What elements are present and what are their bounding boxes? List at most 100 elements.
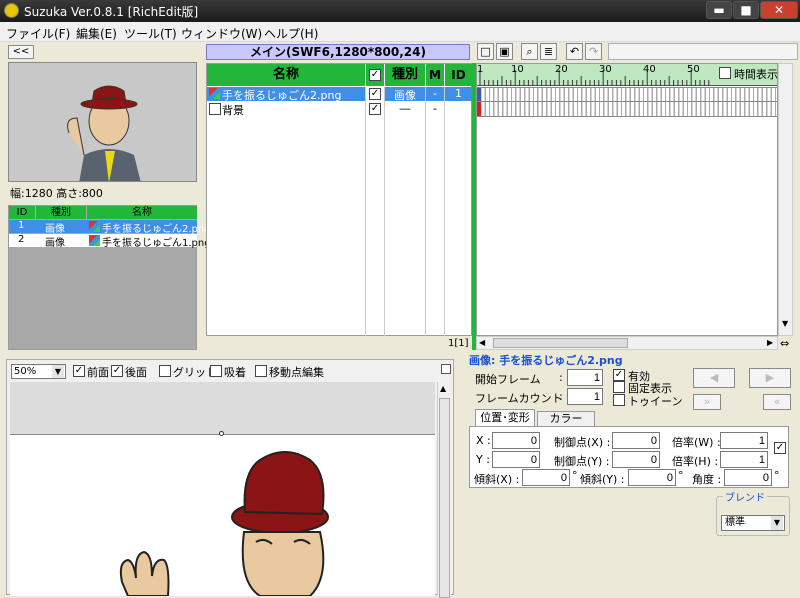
scroll-right-icon[interactable]: ▶ <box>767 338 773 347</box>
chevron-down-icon[interactable]: ▼ <box>52 365 64 378</box>
tab-transform[interactable]: 位置･変形 <box>475 409 535 426</box>
scroll-down-icon[interactable]: ▼ <box>782 319 788 328</box>
enabled-checkbox[interactable]: ✓ <box>613 369 625 381</box>
menu-help[interactable]: ヘルプ(H) <box>264 25 318 42</box>
image-file-icon <box>209 88 220 99</box>
chevron-down-icon[interactable]: ▼ <box>771 516 783 530</box>
close-button[interactable]: ✕ <box>760 1 798 19</box>
ruler-label: 10 <box>511 64 524 75</box>
scale-h-label: 倍率(H) : <box>672 455 719 468</box>
library-row[interactable]: 2 画像 手を振るじゅごん1.png <box>9 234 211 249</box>
angle-input[interactable] <box>724 469 772 486</box>
collapse-button[interactable]: << <box>8 45 34 59</box>
object-header-m[interactable]: M <box>426 64 444 86</box>
timeline-vscroll[interactable]: ▼ <box>778 63 793 336</box>
x-input[interactable] <box>492 432 540 449</box>
blend-group: ブレンド 標準 ▼ <box>716 489 790 536</box>
next-frame-button[interactable]: ▶ <box>749 368 791 388</box>
page-indicator: 1[1] <box>448 338 469 349</box>
object-select-checkbox[interactable] <box>209 103 221 115</box>
degree-symbol: ° <box>774 469 780 482</box>
timeline: 1 10 20 30 40 50 時間表示 <box>476 63 778 336</box>
object-header-name[interactable]: 名称 <box>207 64 365 86</box>
scroll-thumb[interactable] <box>439 398 450 598</box>
maximize-button[interactable]: ■ <box>733 1 759 19</box>
back-checkbox[interactable]: ✓ <box>111 365 123 377</box>
grid-checkbox[interactable] <box>159 365 171 377</box>
rewind-button[interactable]: « <box>763 394 791 410</box>
front-label: 前面 <box>87 366 109 379</box>
object-type: ― <box>399 102 411 115</box>
object-header-visible[interactable]: ✓ <box>366 64 384 86</box>
library-header-type[interactable]: 種別 <box>36 206 86 219</box>
object-type: 画像 <box>385 87 425 102</box>
forward-button[interactable]: » <box>693 394 721 410</box>
lock-aspect-checkbox[interactable]: ✓ <box>774 442 786 454</box>
undo-icon[interactable]: ↶ <box>566 43 583 60</box>
column-divider <box>425 87 426 336</box>
stage-canvas[interactable] <box>10 382 435 596</box>
object-list: 名称 ✓ 種別 M ID 手を振るじゅごん2.png ✓ 画像 - 1 背景 ✓… <box>206 63 472 336</box>
toolbar-field[interactable] <box>608 43 798 60</box>
scroll-up-icon[interactable]: ▲ <box>440 384 446 393</box>
menu-edit[interactable]: 編集(E) <box>76 25 117 42</box>
time-display-checkbox[interactable] <box>719 67 731 79</box>
skew-x-input[interactable] <box>522 469 570 486</box>
keyframe-marker[interactable] <box>477 102 481 116</box>
scroll-left-icon[interactable]: ◀ <box>479 338 485 347</box>
edit-points-checkbox[interactable] <box>255 365 267 377</box>
frame-count-input[interactable] <box>567 388 603 405</box>
angle-label: 角度 : <box>692 473 722 486</box>
menu-file[interactable]: ファイル(F) <box>6 25 70 42</box>
library-header-name[interactable]: 名称 <box>87 206 197 219</box>
control-y-label: 制御点(Y) : <box>554 455 610 468</box>
stage-vscroll[interactable]: ▲ <box>437 382 451 598</box>
tab-color[interactable]: カラー <box>537 411 595 426</box>
properties-icon[interactable]: ≣ <box>540 43 557 60</box>
object-row[interactable]: 手を振るじゅごん2.png <box>207 87 365 102</box>
library-row[interactable]: 1 画像 手を振るじゅごん2.png <box>9 220 211 235</box>
transform-tab-panel: X : Y : 制御点(X) : 制御点(Y) : 倍率(W) : 倍率(H) … <box>469 426 789 488</box>
start-frame-input[interactable] <box>567 369 603 386</box>
control-y-input[interactable] <box>612 451 660 468</box>
timeline-hscroll[interactable]: ◀ ▶ <box>476 336 778 350</box>
library-header-id[interactable]: ID <box>9 206 35 219</box>
redo-icon[interactable]: ↷ <box>585 43 602 60</box>
control-x-label: 制御点(X) : <box>554 436 611 449</box>
object-visible-checkbox[interactable]: ✓ <box>369 103 381 115</box>
menu-tools[interactable]: ツール(T) <box>124 25 177 42</box>
prev-frame-button[interactable]: ◀ <box>693 368 735 388</box>
snap-checkbox[interactable] <box>210 365 222 377</box>
visible-all-checkbox[interactable]: ✓ <box>369 69 381 81</box>
minimize-button[interactable]: ▬ <box>706 1 732 19</box>
object-row[interactable]: 背景 <box>207 102 365 117</box>
skew-y-input[interactable] <box>628 469 676 486</box>
character-stage-image <box>119 451 329 596</box>
menu-window[interactable]: ウィンドウ(W) <box>181 25 262 42</box>
new-file-icon[interactable]: □ <box>477 43 494 60</box>
scroll-thumb[interactable] <box>493 338 628 348</box>
timeline-ruler[interactable]: 1 10 20 30 40 50 時間表示 <box>477 64 778 86</box>
object-visible-checkbox[interactable]: ✓ <box>369 88 381 100</box>
control-x-input[interactable] <box>612 432 660 449</box>
zoom-select[interactable]: 50% ▼ <box>11 364 66 379</box>
y-input[interactable] <box>492 451 540 468</box>
blend-select[interactable]: 標準 ▼ <box>721 515 785 531</box>
timeline-frames[interactable] <box>477 87 777 117</box>
resize-icon[interactable]: ⇔ <box>780 337 789 350</box>
scale-w-input[interactable] <box>720 432 768 449</box>
fixed-display-checkbox[interactable] <box>613 381 625 393</box>
scale-h-input[interactable] <box>720 451 768 468</box>
x-label: X : <box>476 434 491 447</box>
save-icon[interactable]: ▣ <box>496 43 513 60</box>
app-icon <box>4 3 19 18</box>
front-checkbox[interactable]: ✓ <box>73 365 85 377</box>
search-icon[interactable]: ⌕ <box>521 43 538 60</box>
tween-checkbox[interactable] <box>613 394 625 406</box>
maximize-stage-icon[interactable] <box>441 364 451 374</box>
skew-x-label: 傾斜(X) : <box>474 473 520 486</box>
keyframe-marker[interactable] <box>477 88 481 101</box>
object-header-id[interactable]: ID <box>445 64 472 86</box>
object-header-type[interactable]: 種別 <box>385 64 425 86</box>
back-label: 後面 <box>125 366 147 379</box>
